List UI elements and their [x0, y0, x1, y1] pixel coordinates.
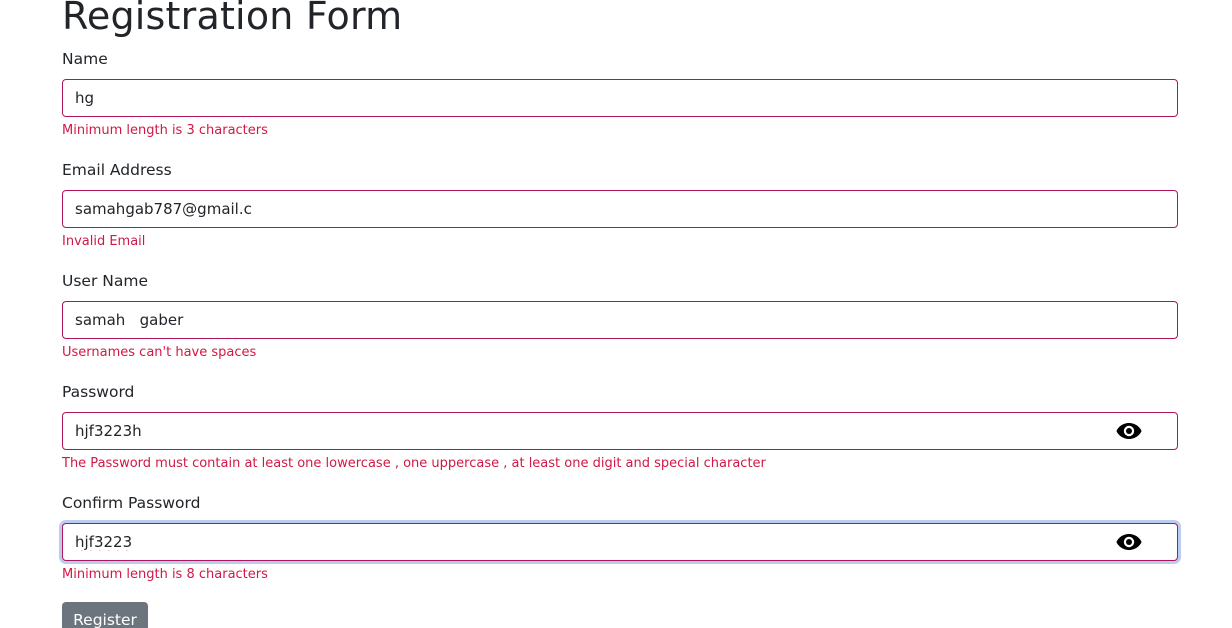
eye-icon[interactable]	[1115, 531, 1143, 553]
eye-icon[interactable]	[1115, 420, 1143, 442]
username-group: User Name Usernames can't have spaces	[62, 271, 1178, 360]
username-field-box	[62, 301, 1178, 339]
email-input[interactable]	[63, 191, 1177, 227]
password-input[interactable]	[63, 413, 1177, 449]
email-label: Email Address	[62, 161, 172, 179]
username-label: User Name	[62, 272, 148, 290]
username-input[interactable]	[63, 302, 1177, 338]
username-error: Usernames can't have spaces	[62, 345, 257, 360]
name-group: Name Minimum length is 3 characters	[62, 49, 1178, 138]
name-error: Minimum length is 3 characters	[62, 123, 268, 138]
email-error: Invalid Email	[62, 234, 146, 249]
confirm-password-error: Minimum length is 8 characters	[62, 567, 268, 582]
password-group: Password The Password must contain at le…	[62, 382, 1178, 471]
password-label: Password	[62, 383, 135, 401]
confirm-password-field-box	[62, 523, 1178, 561]
name-label: Name	[62, 50, 108, 68]
email-field-box	[62, 190, 1178, 228]
registration-page: Registration Form Name Minimum length is…	[0, 0, 1232, 628]
name-field-box	[62, 79, 1178, 117]
confirm-password-label: Confirm Password	[62, 494, 201, 512]
page-title: Registration Form	[62, 0, 403, 38]
register-button[interactable]: Register	[62, 602, 148, 628]
name-input[interactable]	[63, 80, 1177, 116]
confirm-password-input[interactable]	[63, 524, 1177, 560]
email-group: Email Address Invalid Email	[62, 160, 1178, 249]
password-error: The Password must contain at least one l…	[62, 456, 766, 471]
password-field-box	[62, 412, 1178, 450]
confirm-password-group: Confirm Password Minimum length is 8 cha…	[62, 493, 1178, 582]
